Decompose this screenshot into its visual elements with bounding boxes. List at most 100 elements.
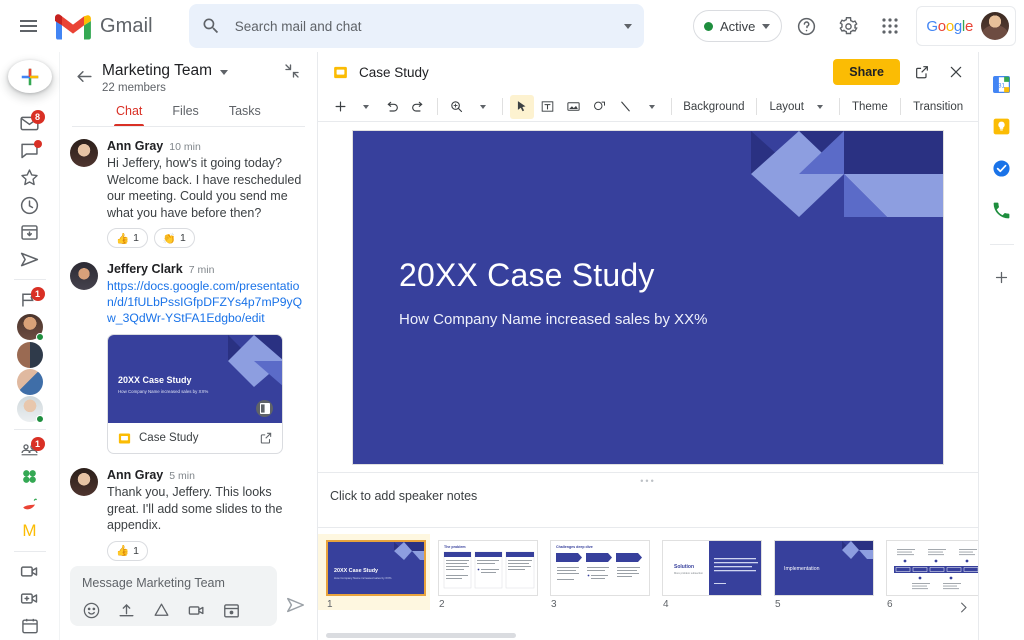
sidebar-item-inbox[interactable]: 8 — [8, 109, 52, 136]
compose-button[interactable] — [8, 60, 52, 93]
thumbnail-number: 1 — [326, 599, 333, 610]
tab-chat[interactable]: Chat — [116, 104, 142, 126]
reaction-chip[interactable]: 👏 1 — [154, 228, 195, 248]
open-in-new-icon[interactable] — [910, 60, 934, 84]
thumbnail-title: 20XX Case Study — [334, 568, 378, 574]
drive-icon[interactable] — [152, 601, 171, 620]
filmstrip-scrollbar[interactable] — [326, 633, 516, 638]
select-tool-button[interactable] — [510, 95, 534, 119]
message-link[interactable]: https://docs.google.com/presentation/d/1… — [107, 278, 307, 326]
message-composer[interactable]: Message Marketing Team — [70, 566, 277, 626]
open-in-new-icon[interactable] — [259, 431, 273, 445]
side-panel-voice[interactable] — [990, 198, 1014, 222]
presence-chevron-down-icon[interactable] — [762, 24, 770, 29]
sidebar-person-1[interactable] — [8, 314, 52, 341]
presence-status-button[interactable]: Active — [693, 10, 782, 42]
thumbnail-number: 2 — [438, 599, 445, 610]
sidebar-item-m-room[interactable]: M — [8, 518, 52, 545]
avatar — [17, 314, 43, 340]
redo-button[interactable] — [406, 95, 430, 119]
add-side-panel-app-button[interactable] — [990, 265, 1014, 289]
slide-canvas-area: 20XX Case Study How Company Name increas… — [318, 122, 978, 472]
insert-shape-button[interactable] — [588, 95, 612, 119]
sidebar-item-archive[interactable] — [8, 219, 52, 246]
share-button[interactable]: Share — [833, 59, 900, 85]
reaction-chip[interactable]: 👍 1 — [107, 228, 148, 248]
speaker-notes-area[interactable]: ••• Click to add speaker notes — [318, 472, 978, 527]
back-button[interactable] — [72, 64, 96, 88]
sidebar-person-2[interactable] — [8, 341, 52, 368]
gmail-wordmark: Gmail — [100, 15, 153, 38]
video-icon[interactable] — [187, 601, 206, 620]
calendar-icon[interactable] — [222, 601, 241, 620]
tab-files[interactable]: Files — [172, 104, 198, 126]
toolbar-divider — [900, 98, 901, 115]
side-panel-keep[interactable] — [990, 114, 1014, 138]
sidebar-person-3[interactable] — [8, 368, 52, 395]
text-box-button[interactable] — [536, 95, 560, 119]
thumbnail-preview — [886, 540, 978, 596]
thumbnail-slide-4[interactable]: Solution More problem subsection 4 — [654, 534, 766, 610]
sidebar-person-4[interactable] — [8, 396, 52, 423]
sidebar-item-schedule[interactable] — [8, 613, 52, 640]
insert-image-button[interactable] — [562, 95, 586, 119]
current-slide[interactable]: 20XX Case Study How Company Name increas… — [353, 131, 943, 464]
phone-icon — [991, 200, 1012, 221]
sidebar-item-clover[interactable] — [8, 463, 52, 490]
sidebar-item-snoozed[interactable] — [8, 191, 52, 218]
zoom-button[interactable] — [445, 95, 469, 119]
side-panel-calendar[interactable]: 31 — [990, 72, 1014, 96]
zoom-chevron-down-icon[interactable] — [471, 95, 495, 119]
message-time: 5 min — [169, 470, 195, 482]
thumbnail-preview: The problem — [438, 540, 538, 596]
avatar — [17, 342, 43, 368]
upload-icon[interactable] — [117, 601, 136, 620]
layout-menu[interactable]: Layout — [764, 95, 806, 119]
collapse-panel-button[interactable] — [283, 62, 305, 84]
line-chevron-down-icon[interactable] — [640, 95, 664, 119]
send-button[interactable] — [285, 594, 307, 616]
sidebar-item-pepper[interactable] — [8, 490, 52, 517]
settings-button[interactable] — [830, 8, 866, 44]
emoji-icon[interactable] — [82, 601, 101, 620]
insert-line-button[interactable] — [614, 95, 638, 119]
resize-grip-icon[interactable]: ••• — [640, 476, 655, 486]
reaction-chip[interactable]: 👍 1 — [107, 541, 148, 561]
transition-menu[interactable]: Transition — [908, 95, 968, 119]
google-apps-button[interactable] — [872, 8, 908, 44]
main-menu-icon[interactable] — [8, 6, 48, 46]
add-slide-chevron-down-icon[interactable] — [354, 95, 378, 119]
add-slide-button[interactable] — [328, 95, 352, 119]
side-panel-tasks[interactable] — [990, 156, 1014, 180]
sidebar-item-chat[interactable] — [8, 137, 52, 164]
theme-menu[interactable]: Theme — [846, 95, 893, 119]
thumbnail-slide-5[interactable]: Implementation 5 — [766, 534, 878, 610]
card-title: Case Study — [139, 432, 252, 444]
account-button[interactable]: Google — [916, 6, 1016, 46]
sidebar-item-meet[interactable] — [8, 558, 52, 585]
background-menu[interactable]: Background — [679, 95, 749, 119]
layout-chevron-down-icon[interactable] — [808, 95, 832, 119]
sidebar-item-people[interactable]: 1 — [8, 436, 52, 463]
sidebar-item-sent[interactable] — [8, 246, 52, 273]
slides-link-card[interactable]: 20XX Case Study How Company Name increas… — [107, 334, 283, 454]
room-chevron-down-icon[interactable] — [220, 70, 228, 75]
search-options-chevron-down-icon[interactable] — [624, 24, 632, 29]
search-bar[interactable] — [189, 4, 644, 48]
sidebar-item-new-meeting[interactable] — [8, 585, 52, 612]
help-button[interactable] — [788, 8, 824, 44]
sidebar-item-starred[interactable] — [8, 164, 52, 191]
undo-button[interactable] — [380, 95, 404, 119]
thumbnail-slide-3[interactable]: Challenges deep dive 3 — [542, 534, 654, 610]
top-bar: Gmail Active — [0, 0, 1024, 52]
filmstrip-next-button[interactable] — [952, 596, 974, 618]
sidebar-item-rooms[interactable]: 1 — [8, 286, 52, 313]
account-avatar[interactable] — [981, 12, 1009, 40]
right-side-panel: 31 — [979, 52, 1024, 640]
thumbnail-slide-2[interactable]: The problem — [430, 534, 542, 610]
thumbnail-slide-1[interactable]: 20XX Case Study How Company Name increas… — [318, 534, 430, 610]
close-icon[interactable] — [944, 60, 968, 84]
search-input[interactable] — [235, 19, 624, 34]
chevron-right-icon — [956, 600, 971, 615]
tab-tasks[interactable]: Tasks — [229, 104, 261, 126]
